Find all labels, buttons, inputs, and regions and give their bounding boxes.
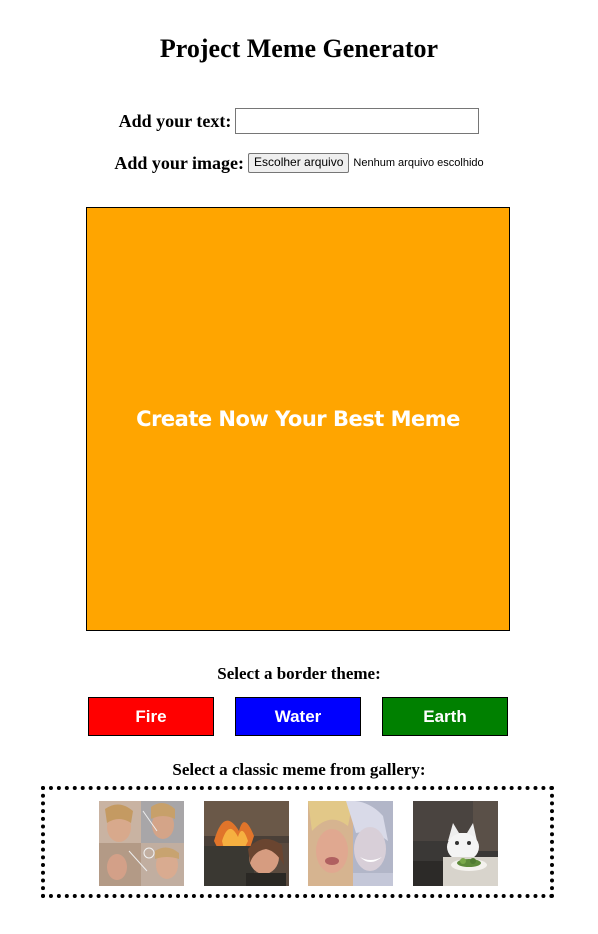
image-input-row: Add your image: Escolher arquivo Nenhum … (0, 151, 598, 175)
meme-image-container: Create Now Your Best Meme (86, 207, 510, 631)
file-status-text: Nenhum arquivo escolhido (353, 157, 484, 169)
meme-thumbnail-3[interactable] (308, 801, 393, 886)
image-input-label: Add your image: (114, 152, 245, 173)
text-input-row: Add your text: (0, 106, 598, 136)
earth-theme-button[interactable]: Earth (382, 697, 508, 736)
fire-theme-button[interactable]: Fire (88, 697, 214, 736)
choose-file-button[interactable]: Escolher arquivo (248, 153, 350, 173)
water-theme-button[interactable]: Water (235, 697, 361, 736)
meme-caption: Create Now Your Best Meme (136, 407, 460, 431)
meme-thumbnail-1[interactable] (99, 801, 184, 886)
meme-gallery (41, 786, 554, 898)
gallery-label: Select a classic meme from gallery: (172, 760, 426, 779)
text-input-label: Add your text: (118, 110, 232, 131)
meme-thumbnail-2[interactable] (204, 801, 289, 886)
meme-thumbnail-4[interactable] (413, 801, 498, 886)
border-theme-label: Select a border theme: (217, 664, 381, 683)
page-title: Project Meme Generator (159, 34, 439, 63)
meme-text-input[interactable] (235, 108, 480, 134)
